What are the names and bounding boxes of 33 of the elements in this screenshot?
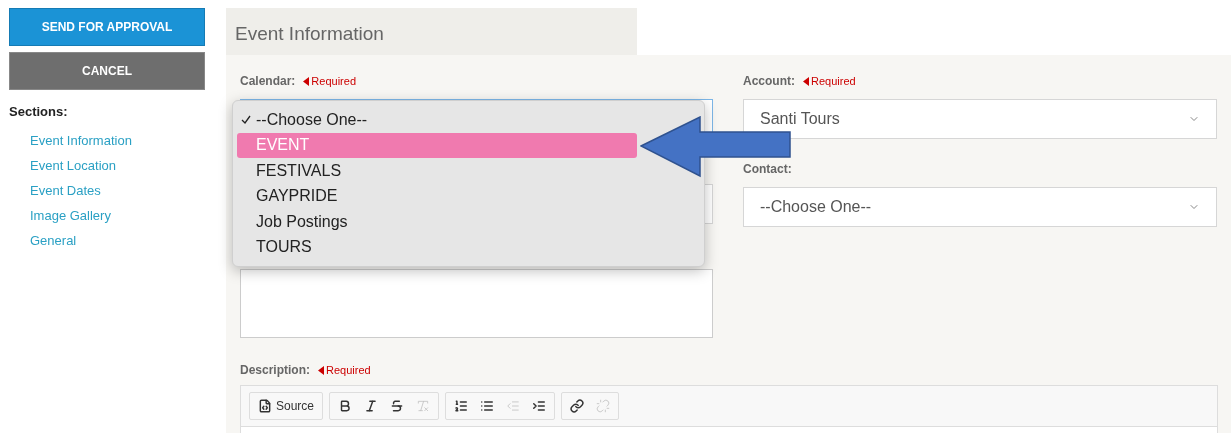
outdent-icon <box>506 399 521 413</box>
panel-title: Event Information <box>226 8 637 55</box>
dropdown-option[interactable]: GAYPRIDE <box>237 183 637 209</box>
field-label: Description: <box>240 362 310 379</box>
field-label: Calendar: <box>240 73 296 90</box>
clear-format-icon <box>416 399 431 413</box>
required-note: Required <box>326 362 371 378</box>
link-icon <box>570 399 585 413</box>
field-label: Contact: <box>743 161 792 178</box>
editor[interactable]: Source <box>240 385 1218 433</box>
dropdown-option[interactable]: TOURS <box>237 234 637 260</box>
indent-icon <box>532 399 547 413</box>
bulleted-list-icon <box>480 399 495 413</box>
dropdown-option[interactable]: FESTIVALS <box>237 158 637 184</box>
sections-heading: Sections: <box>9 103 69 121</box>
caret-icon <box>303 76 310 86</box>
field-label: Account: <box>743 73 795 90</box>
numbered-list-icon <box>454 399 469 413</box>
dropdown-option[interactable]: --Choose One-- <box>237 107 637 133</box>
italic-icon <box>364 399 379 413</box>
account-select[interactable]: Santi Tours <box>743 99 1217 139</box>
caret-icon <box>803 76 809 86</box>
source-icon <box>258 399 272 413</box>
unlink-icon <box>596 399 611 413</box>
bold-icon <box>338 399 353 413</box>
checkmark-icon <box>241 114 251 125</box>
strikethrough-icon <box>390 399 405 413</box>
required-note: Required <box>311 73 356 89</box>
cancel-button[interactable]: CANCEL <box>9 52 205 90</box>
dropdown-option[interactable]: Job Postings <box>237 209 637 235</box>
required-note: Required <box>811 73 856 89</box>
caret-icon <box>318 365 324 375</box>
contact-select[interactable]: --Choose One-- <box>743 187 1217 227</box>
